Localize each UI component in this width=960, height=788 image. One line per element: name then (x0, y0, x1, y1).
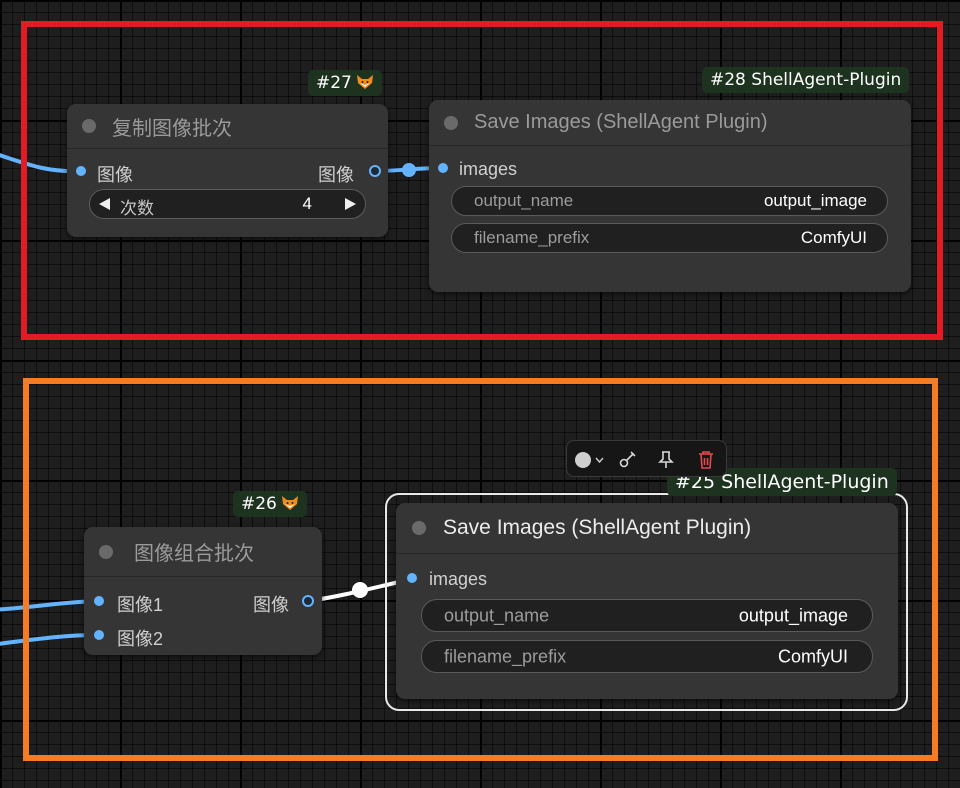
widget-value: output_image (763, 191, 867, 210)
output-slot-dot[interactable] (369, 165, 381, 177)
widget-name: output_name (474, 191, 574, 210)
bypass-wand-icon (619, 450, 636, 467)
filename-prefix-widget[interactable]: filename_prefix ComfyUI (421, 640, 873, 673)
node-27-duplicate-batch[interactable]: 复制图像批次 图像 图像 次数 4 (67, 104, 388, 237)
input-slot-dot[interactable] (438, 163, 448, 173)
node-title: Save Images (ShellAgent Plugin) (443, 516, 752, 539)
node-25-save-images[interactable]: Save Images (ShellAgent Plugin) images o… (396, 503, 898, 699)
filename-prefix-widget[interactable]: filename_prefix ComfyUI (451, 223, 888, 253)
color-picker-icon (574, 451, 591, 468)
node-title: Save Images (ShellAgent Plugin) (474, 111, 768, 133)
count-number-widget[interactable]: 次数 4 (89, 189, 366, 219)
bypass-button[interactable] (612, 441, 642, 478)
node-id-label: #27 (316, 73, 352, 93)
delete-button[interactable] (691, 441, 721, 478)
widget-name: filename_prefix (474, 228, 590, 247)
node-26-badge: #26 (233, 491, 307, 517)
node-title: 图像组合批次 (134, 543, 254, 565)
widget-value: output_image (738, 605, 848, 625)
node-header[interactable]: Save Images (ShellAgent Plugin) (429, 100, 911, 146)
output-name-widget[interactable]: output_name output_image (421, 599, 873, 632)
widget-name: output_name (444, 605, 550, 625)
node-header[interactable]: Save Images (ShellAgent Plugin) (396, 503, 898, 554)
input-slot-label: 图像2 (117, 629, 164, 649)
input-slot-dot[interactable] (407, 573, 417, 583)
output-slot-label: 图像 (253, 595, 289, 615)
node-status-dot[interactable] (412, 521, 426, 535)
color-picker-button[interactable] (571, 441, 607, 478)
node-27-badge: #27 (308, 70, 382, 96)
trash-icon (699, 450, 713, 469)
fox-icon (356, 75, 373, 89)
count-widget-name: 次数 (120, 199, 154, 218)
node-28-badge: #28 ShellAgent-Plugin (702, 67, 910, 93)
input-slot-label: images (429, 569, 488, 589)
count-widget-value: 4 (302, 194, 312, 213)
output-slot-label: 图像 (318, 165, 354, 185)
input-slot-label: 图像1 (117, 595, 164, 615)
node-status-dot[interactable] (444, 115, 458, 130)
input-slot-dot[interactable] (76, 166, 86, 176)
node-26-batch-combine[interactable]: 图像组合批次 图像1 图像2 图像 (84, 527, 322, 655)
input-slot-dot[interactable] (94, 630, 104, 640)
input-slot-label: images (459, 159, 518, 179)
node-status-dot[interactable] (82, 119, 96, 133)
output-name-widget[interactable]: output_name output_image (451, 186, 888, 216)
node-header[interactable]: 图像组合批次 (84, 527, 322, 577)
input-slot-label: 图像 (97, 165, 133, 185)
selection-toolbox (566, 440, 727, 477)
node-header[interactable]: 复制图像批次 (67, 104, 388, 149)
widget-value: ComfyUI (800, 228, 867, 247)
node-28-save-images[interactable]: Save Images (ShellAgent Plugin) images o… (429, 100, 911, 292)
input-slot-dot[interactable] (94, 596, 104, 606)
pin-button[interactable] (651, 441, 681, 478)
left-triangle-icon[interactable] (98, 197, 112, 211)
node-title: 复制图像批次 (112, 117, 232, 140)
fox-icon (281, 496, 298, 510)
node-id-label: #28 ShellAgent-Plugin (710, 70, 902, 90)
node-id-label: #26 (241, 494, 277, 514)
node-status-dot[interactable] (99, 544, 113, 559)
output-slot-dot[interactable] (302, 595, 314, 607)
widget-value: ComfyUI (777, 646, 848, 666)
chevron-down-icon (594, 457, 604, 463)
widget-name: filename_prefix (444, 646, 567, 666)
pin-icon (658, 450, 674, 468)
right-triangle-icon[interactable] (343, 197, 357, 211)
